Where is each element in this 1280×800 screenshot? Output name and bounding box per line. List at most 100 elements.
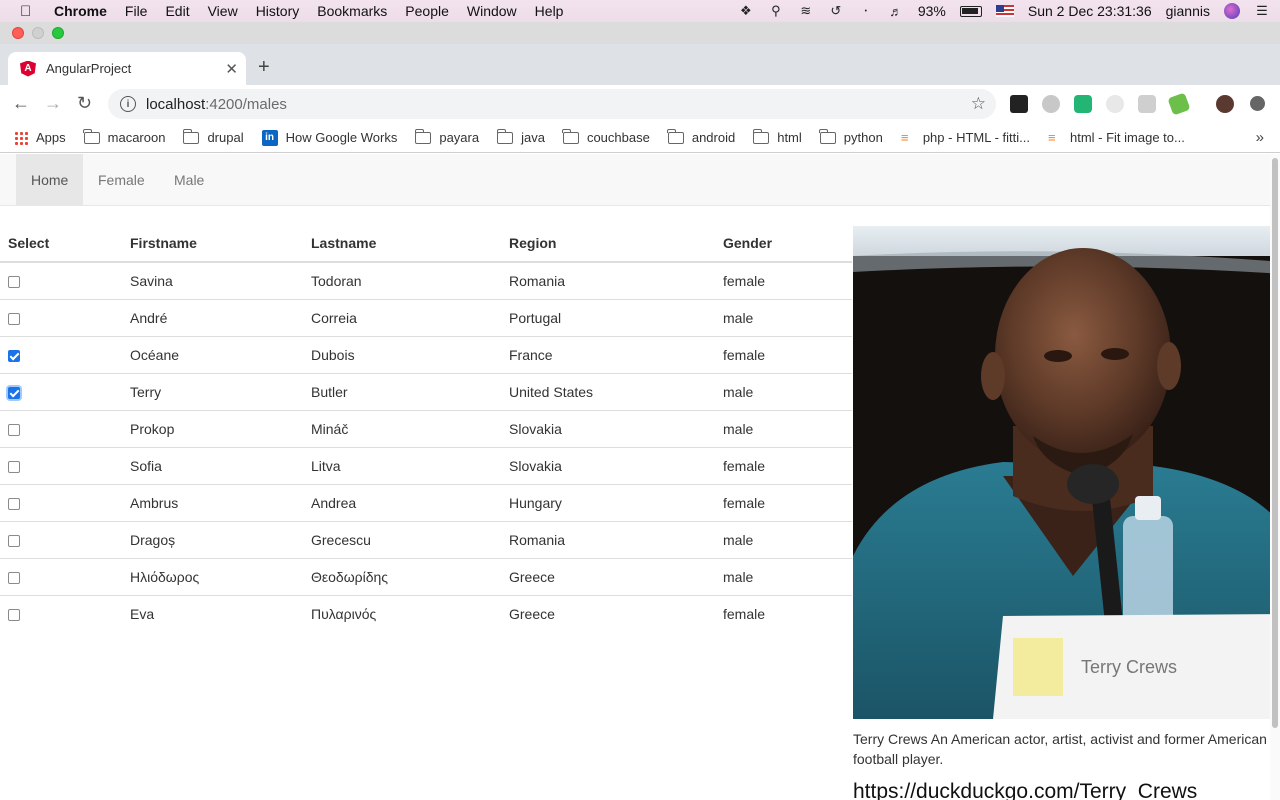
table-row: Océane Dubois France female — [0, 335, 852, 373]
dropbox-icon[interactable]: ❖ — [738, 3, 754, 18]
forward-arrow-icon[interactable]: → — [44, 93, 62, 114]
back-arrow-icon[interactable]: ← — [12, 93, 30, 114]
select-cell — [0, 483, 122, 521]
select-cell — [0, 446, 122, 484]
minimize-window-button[interactable] — [32, 27, 44, 39]
firstname-cell: André — [122, 298, 303, 336]
extension-terminal-icon[interactable] — [1074, 95, 1092, 113]
browser-toolbar: ← → ↻ i localhost:4200/males ☆ — [0, 85, 1280, 123]
close-tab-icon[interactable]: ✕ — [225, 60, 238, 78]
page-scrollbar[interactable] — [1270, 154, 1280, 800]
more-bookmarks-chevron-icon[interactable]: » — [1256, 129, 1264, 146]
row-select-checkbox[interactable] — [8, 276, 20, 289]
menu-edit[interactable]: Edit — [165, 3, 189, 19]
profile-avatar[interactable] — [1216, 95, 1234, 113]
nav-link-home[interactable]: Home — [16, 154, 84, 205]
bookmark-php-html[interactable]: ≡ php - HTML - fitti... — [901, 130, 1030, 146]
bookmark-payara[interactable]: payara — [414, 128, 479, 145]
bookmark-couchbase[interactable]: couchbase — [562, 128, 650, 145]
siri-icon[interactable] — [1224, 3, 1240, 19]
placard-text: Terry Crews — [1081, 657, 1177, 677]
nav-link-male[interactable]: Male — [159, 154, 219, 205]
extension-circle-icon[interactable] — [1042, 95, 1060, 113]
menu-history[interactable]: History — [256, 3, 300, 19]
gender-cell: male — [715, 372, 852, 410]
scrollbar-thumb[interactable] — [1272, 158, 1278, 728]
site-info-icon[interactable]: i — [120, 96, 136, 112]
time-machine-icon[interactable]: ↺ — [828, 3, 844, 18]
menu-bookmarks[interactable]: Bookmarks — [317, 3, 387, 19]
tab-title: AngularProject — [46, 61, 132, 76]
close-window-button[interactable] — [12, 27, 24, 39]
bookmark-java[interactable]: java — [496, 128, 545, 145]
bookmark-android[interactable]: android — [667, 128, 735, 145]
bookmark-html[interactable]: html — [752, 128, 802, 145]
apple-icon[interactable]:  — [20, 3, 38, 20]
address-bar[interactable]: i localhost:4200/males ☆ — [108, 89, 996, 119]
macos-menu-bar:  Chrome File Edit View History Bookmark… — [0, 0, 1280, 22]
bookmark-how-google-works[interactable]: in How Google Works — [261, 129, 397, 146]
reload-icon[interactable]: ↻ — [77, 93, 92, 114]
row-select-checkbox[interactable] — [8, 460, 20, 473]
person-description: Terry Crews An American actor, artist, a… — [853, 731, 1267, 767]
bookmark-apps[interactable]: Apps — [0, 130, 66, 145]
bookmark-drupal[interactable]: drupal — [182, 128, 244, 145]
linkedin-icon: in — [261, 129, 278, 146]
row-select-checkbox[interactable] — [8, 349, 20, 362]
extension-d-icon[interactable] — [1010, 95, 1028, 113]
extension-chart-icon[interactable] — [1138, 95, 1156, 113]
row-select-checkbox[interactable] — [8, 423, 20, 436]
tab-angularproject[interactable]: A AngularProject ✕ — [8, 52, 246, 85]
battery-icon[interactable] — [959, 5, 982, 17]
notification-center-icon[interactable]: ☰ — [1254, 3, 1270, 18]
new-tab-icon[interactable]: + — [258, 56, 270, 79]
clock[interactable]: Sun 2 Dec 23:31:36 — [1028, 3, 1152, 19]
user-name[interactable]: giannis — [1166, 3, 1210, 19]
row-select-checkbox[interactable] — [8, 534, 20, 547]
select-cell — [0, 594, 122, 632]
firstname-cell: Terry — [122, 372, 303, 410]
firstname-cell: Océane — [122, 335, 303, 373]
region-cell: Slovakia — [501, 409, 715, 447]
region-cell: Romania — [501, 520, 715, 558]
person-link[interactable]: https://duckduckgo.com/Terry_Crews — [853, 780, 1197, 800]
header-region: Region — [501, 224, 715, 263]
table-row: André Correia Portugal male — [0, 298, 852, 336]
bookmark-label: python — [843, 130, 883, 145]
menu-help[interactable]: Help — [535, 3, 564, 19]
bookmark-macaroon[interactable]: macaroon — [83, 128, 165, 145]
region-cell: France — [501, 335, 715, 373]
row-select-checkbox[interactable] — [8, 497, 20, 510]
search-icon[interactable]: ⚲ — [768, 3, 784, 18]
menu-people[interactable]: People — [405, 3, 449, 19]
terry-crews-photo: Terry Crews — [853, 226, 1270, 719]
row-select-checkbox[interactable] — [8, 312, 20, 325]
region-cell: Greece — [501, 557, 715, 595]
fullscreen-window-button[interactable] — [52, 27, 64, 39]
nav-link-female[interactable]: Female — [83, 154, 160, 205]
bookmark-html-fit-image[interactable]: ≡ html - Fit image to... — [1048, 130, 1185, 146]
input-source-flag-icon[interactable] — [995, 5, 1014, 17]
extension-code-icon[interactable] — [1106, 95, 1124, 113]
chrome-update-icon[interactable] — [1250, 96, 1265, 111]
url-host: localhost — [146, 95, 206, 113]
bookmark-label: html — [777, 130, 802, 145]
table-row: Dragoș Grecescu Romania male — [0, 520, 852, 558]
menu-view[interactable]: View — [208, 3, 238, 19]
bluetooth-icon[interactable]: ᛫ — [858, 4, 874, 19]
row-select-checkbox[interactable] — [8, 609, 20, 622]
lastname-cell: Θεοδωρίδης — [303, 557, 501, 595]
extension-eraser-icon[interactable] — [1167, 92, 1191, 116]
volume-icon[interactable]: ♬ — [888, 4, 904, 19]
row-select-checkbox[interactable] — [8, 386, 20, 399]
wifi-icon[interactable]: ≋ — [798, 3, 814, 18]
bookmark-star-icon[interactable]: ☆ — [971, 94, 986, 114]
menu-window[interactable]: Window — [467, 3, 517, 19]
lastname-cell: Todoran — [303, 261, 501, 299]
bookmark-python[interactable]: python — [819, 128, 883, 145]
folder-icon — [414, 128, 432, 144]
menu-file[interactable]: File — [125, 3, 148, 19]
folder-icon — [496, 128, 514, 144]
row-select-checkbox[interactable] — [8, 571, 20, 584]
menu-app-name[interactable]: Chrome — [54, 3, 107, 19]
